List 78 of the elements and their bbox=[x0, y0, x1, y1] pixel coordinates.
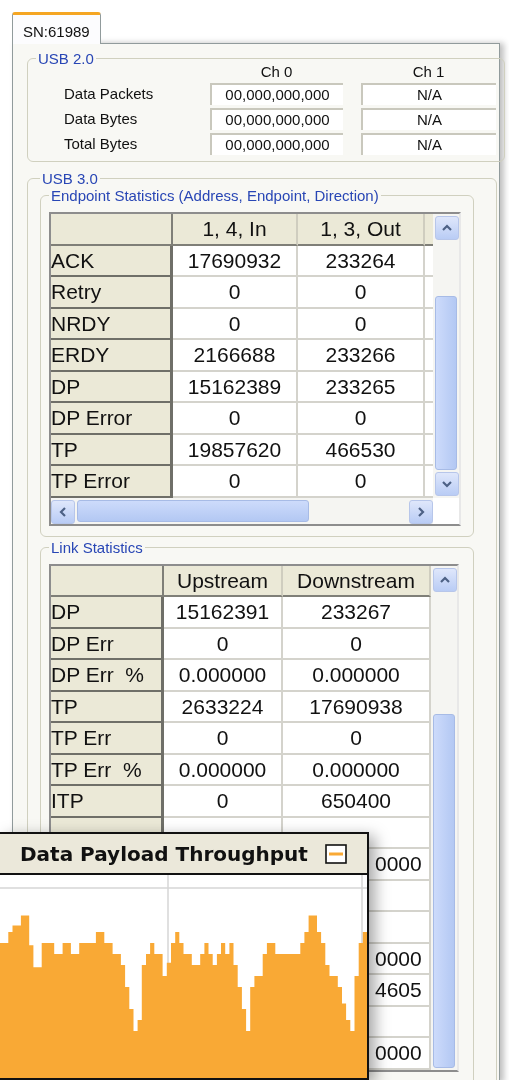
row-label: DP bbox=[51, 597, 164, 629]
row-label: TP Err % bbox=[51, 754, 164, 786]
row-label: Total Bytes bbox=[64, 134, 139, 154]
scroll-left-button[interactable] bbox=[51, 499, 75, 524]
scroll-up-button[interactable] bbox=[433, 567, 457, 592]
tab[interactable]: SN:61989 bbox=[12, 12, 101, 44]
table-cell: 233266 bbox=[298, 340, 425, 372]
row-label: TP bbox=[51, 434, 173, 466]
row-label: DP Err bbox=[51, 628, 164, 660]
horizontal-scrollbar[interactable] bbox=[51, 497, 433, 524]
value-field: N/A bbox=[361, 108, 496, 130]
table-cell: 0 bbox=[164, 723, 283, 755]
column-header: Ch 0 bbox=[259, 63, 294, 80]
group-title: USB 3.0 bbox=[41, 170, 99, 187]
row-label: Data Bytes bbox=[64, 109, 139, 129]
value-field: 00,000,000,000 bbox=[210, 108, 343, 130]
table-cell: 0.000000 bbox=[283, 660, 431, 692]
column-header[interactable]: 1, 3, Out bbox=[298, 214, 425, 246]
table-cell: 0 bbox=[283, 723, 431, 755]
scroll-thumb[interactable] bbox=[77, 499, 309, 522]
table-cell: 0 bbox=[298, 277, 425, 309]
column-header[interactable]: Downstream bbox=[283, 565, 431, 597]
row-label: TP Error bbox=[51, 466, 173, 498]
column-header: Ch 1 bbox=[411, 63, 446, 80]
header-cell bbox=[425, 214, 433, 246]
table-cell: 0 bbox=[164, 786, 283, 818]
value-field: 00,000,000,000 bbox=[210, 83, 343, 105]
table-cell: 2633224 bbox=[164, 691, 283, 723]
table-cell: 0 bbox=[298, 466, 425, 498]
row-label: ITP bbox=[51, 786, 164, 818]
table-cell: 233267 bbox=[283, 597, 431, 629]
table-cell: 0 bbox=[173, 277, 298, 309]
table-cell: 233264 bbox=[298, 245, 425, 277]
table-cell: 0 bbox=[173, 403, 298, 435]
group-title: USB 2.0 bbox=[37, 50, 95, 67]
scroll-thumb[interactable] bbox=[435, 296, 457, 470]
row-label: NRDY bbox=[51, 308, 173, 340]
row-label: DP bbox=[51, 371, 173, 403]
value-field: 00,000,000,000 bbox=[210, 133, 343, 155]
column-header[interactable]: 1, 4, In bbox=[173, 214, 298, 246]
table-cell: 466530 bbox=[298, 434, 425, 466]
table-cell: 15162389 bbox=[173, 371, 298, 403]
table-cell: 0.000000 bbox=[164, 660, 283, 692]
value-field: N/A bbox=[361, 83, 496, 105]
row-label: ERDY bbox=[51, 340, 173, 372]
table-cell: 0 bbox=[164, 628, 283, 660]
legend-icon[interactable] bbox=[325, 843, 347, 864]
column-header[interactable]: Upstream bbox=[164, 565, 283, 597]
table-cell: 0 bbox=[173, 466, 298, 498]
table-cell: 15162391 bbox=[164, 597, 283, 629]
scroll-down-button[interactable] bbox=[435, 472, 459, 496]
table-cell: 2166688 bbox=[173, 340, 298, 372]
table-cell: 17690932 bbox=[173, 245, 298, 277]
table-cell: 0.000000 bbox=[283, 754, 431, 786]
scroll-up-button[interactable] bbox=[435, 216, 459, 240]
row-label: TP bbox=[51, 691, 164, 723]
table-cell: 0.000000 bbox=[164, 754, 283, 786]
row-label: Retry bbox=[51, 277, 173, 309]
group-title: Endpoint Statistics (Address, Endpoint, Direction) bbox=[50, 187, 380, 204]
table-cell: 0 bbox=[298, 403, 425, 435]
value-field: N/A bbox=[361, 133, 496, 155]
table-cell: 19857620 bbox=[173, 434, 298, 466]
scroll-thumb[interactable] bbox=[433, 713, 455, 1068]
row-label: ACK bbox=[51, 245, 173, 277]
table-cell: 0 bbox=[298, 308, 425, 340]
table-cell: 0 bbox=[283, 628, 431, 660]
row-label: Data Packets bbox=[64, 84, 155, 104]
row-label: TP Err bbox=[51, 723, 164, 755]
table-cell: 17690938 bbox=[283, 691, 431, 723]
vertical-scrollbar[interactable] bbox=[431, 565, 457, 1070]
row-label: DP Err % bbox=[51, 660, 164, 692]
row-label: DP Error bbox=[51, 403, 173, 435]
scroll-right-button[interactable] bbox=[409, 499, 433, 524]
group-title: Link Statistics bbox=[50, 538, 144, 556]
vertical-scrollbar[interactable] bbox=[433, 214, 459, 498]
table-cell: 233265 bbox=[298, 371, 425, 403]
table-cell: 650400 bbox=[283, 786, 431, 818]
table-cell: 0 bbox=[173, 308, 298, 340]
